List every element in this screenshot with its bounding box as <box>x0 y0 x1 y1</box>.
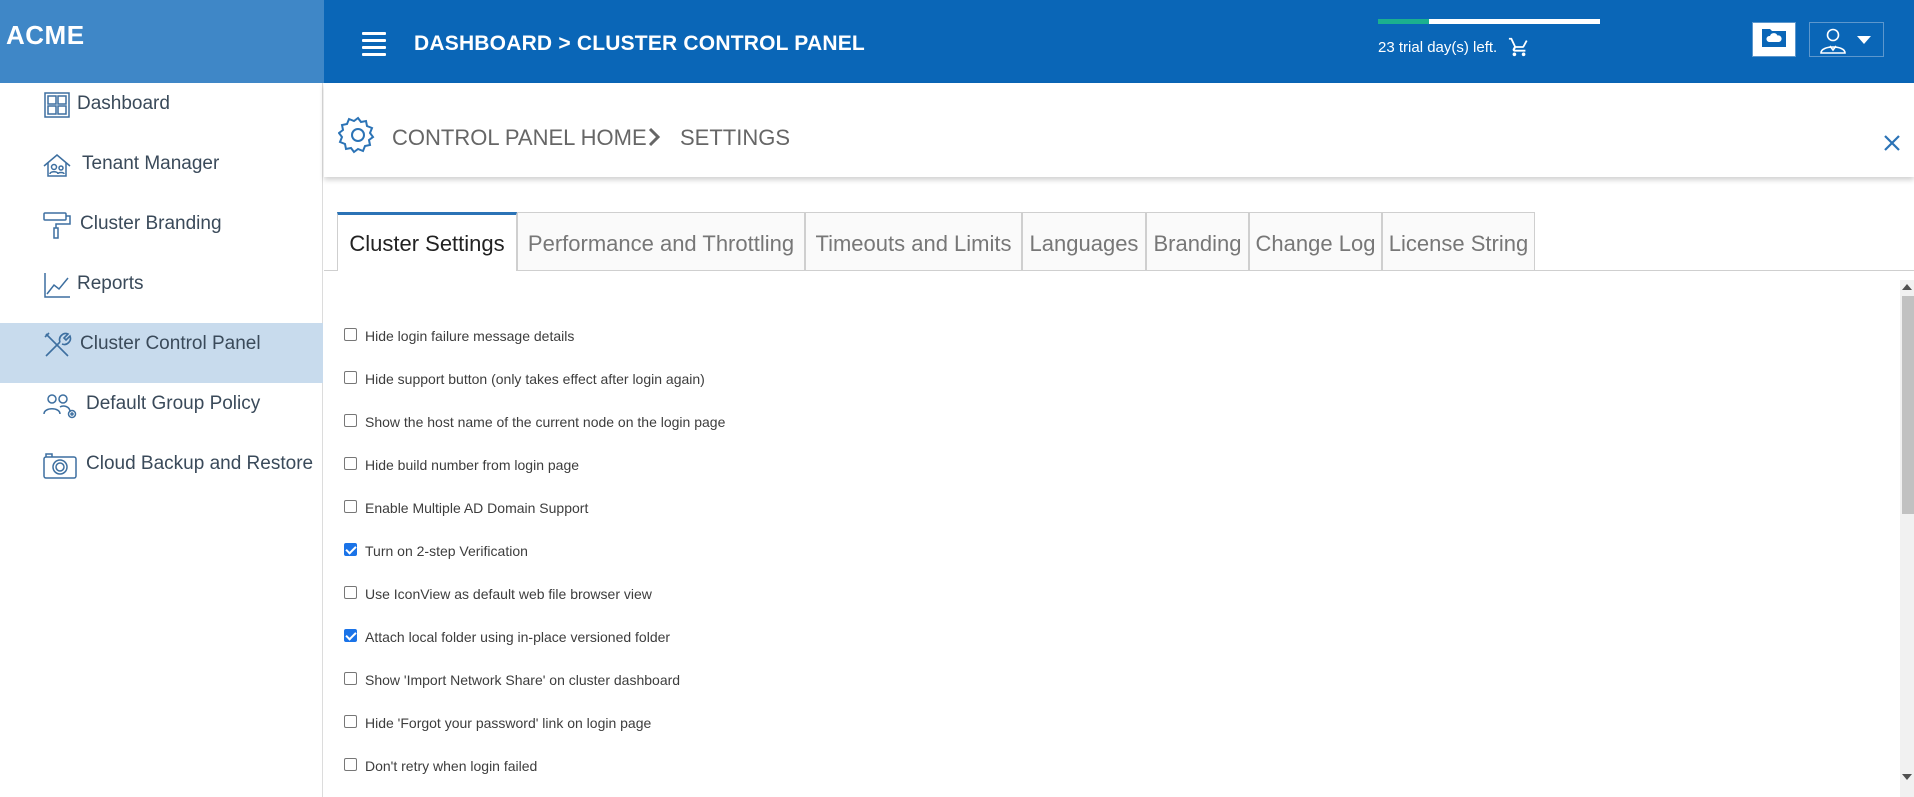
setting-checkbox[interactable] <box>344 542 357 556</box>
setting-label: Show the host name of the current node o… <box>365 414 726 430</box>
setting-label: Hide 'Forgot your password' link on logi… <box>365 715 652 731</box>
cloud-folder-button[interactable] <box>1752 22 1796 57</box>
tab-change-log[interactable]: Change Log <box>1249 212 1382 270</box>
setting-label: Don't retry when login failed <box>365 758 538 774</box>
camera-icon <box>42 450 78 480</box>
setting-option: Attach local folder using in-place versi… <box>344 625 670 649</box>
tools-icon <box>42 330 72 360</box>
sidebar-item-label: Dashboard <box>77 93 170 114</box>
setting-label: Enable Multiple AD Domain Support <box>365 500 589 516</box>
setting-option: Enable Multiple AD Domain Support <box>344 496 588 520</box>
dashboard-grid-icon <box>42 90 72 120</box>
user-menu-button[interactable] <box>1809 22 1884 57</box>
sidebar-item-default-group-policy[interactable]: Default Group Policy <box>0 375 323 435</box>
tab-languages[interactable]: Languages <box>1022 212 1146 270</box>
sidebar-item-cluster-control-panel[interactable]: Cluster Control Panel <box>0 323 323 383</box>
trial-progress-bar <box>1378 19 1600 24</box>
setting-label: Show 'Import Network Share' on cluster d… <box>365 672 681 688</box>
tenant-house-icon <box>42 150 72 180</box>
close-icon[interactable] <box>1882 133 1902 153</box>
breadcrumb-current: SETTINGS <box>680 125 791 150</box>
setting-option: Use IconView as default web file browser… <box>344 582 652 606</box>
cluster-settings-list: Hide login failure message details Hide … <box>324 271 1900 797</box>
breadcrumb-home-link[interactable]: CONTROL PANEL HOME <box>392 125 647 151</box>
setting-checkbox[interactable] <box>344 413 357 427</box>
setting-option: Show 'Import Network Share' on cluster d… <box>344 668 680 692</box>
settings-tabs: Cluster Settings Performance and Throttl… <box>324 212 1914 271</box>
setting-label: Turn on 2-step Verification <box>365 543 528 559</box>
setting-checkbox[interactable] <box>344 456 357 470</box>
paint-roller-icon <box>42 210 72 240</box>
setting-checkbox[interactable] <box>344 370 357 384</box>
setting-label: Hide login failure message details <box>365 328 575 344</box>
line-chart-icon <box>42 270 72 300</box>
trial-days-text: 23 trial day(s) left. <box>1378 39 1498 56</box>
tab-performance-and-throttling[interactable]: Performance and Throttling <box>517 212 805 270</box>
tab-timeouts-and-limits[interactable]: Timeouts and Limits <box>805 212 1022 270</box>
cart-icon[interactable] <box>1508 36 1530 58</box>
chevron-right-icon <box>646 126 664 148</box>
group-settings-icon <box>42 390 78 420</box>
setting-option: Hide 'Forgot your password' link on logi… <box>344 711 651 735</box>
setting-option: Show the host name of the current node o… <box>344 410 725 434</box>
setting-option: Don't retry when login failed <box>344 754 537 778</box>
sidebar-item-label: Reports <box>77 273 144 294</box>
sidebar-item-label: Default Group Policy <box>86 393 261 414</box>
scroll-up-arrow-icon[interactable] <box>1902 284 1912 290</box>
setting-option: Hide support button (only takes effect a… <box>344 367 705 391</box>
user-icon <box>1819 26 1847 59</box>
setting-checkbox[interactable] <box>344 757 357 771</box>
setting-checkbox[interactable] <box>344 671 357 685</box>
sidebar-item-label: Cluster Control Panel <box>80 333 261 354</box>
top-bar: DASHBOARD > CLUSTER CONTROL PANEL 23 tri… <box>324 0 1914 83</box>
sidebar-item-label: Cloud Backup and Restore <box>86 453 314 474</box>
setting-checkbox[interactable] <box>344 714 357 728</box>
logo-area: ACME <box>0 0 324 83</box>
sidebar-item-reports[interactable]: Reports <box>0 255 323 315</box>
setting-option: Turn on 2-step Verification <box>344 539 528 563</box>
setting-checkbox[interactable] <box>344 499 357 513</box>
hamburger-menu-icon[interactable] <box>362 32 386 56</box>
sidebar-item-label: Tenant Manager <box>82 153 220 174</box>
content-header: CONTROL PANEL HOME SETTINGS <box>324 83 1914 177</box>
setting-checkbox[interactable] <box>344 327 357 341</box>
trial-progress-fill <box>1378 19 1430 24</box>
scrollbar-thumb[interactable] <box>1902 296 1914 514</box>
chevron-down-icon <box>1857 36 1871 44</box>
setting-option: Hide login failure message details <box>344 324 574 348</box>
setting-checkbox[interactable] <box>344 628 357 642</box>
sidebar-item-cluster-branding[interactable]: Cluster Branding <box>0 195 323 255</box>
tab-cluster-settings[interactable]: Cluster Settings <box>337 212 517 271</box>
setting-option: Hide build number from login page <box>344 453 579 477</box>
sidebar-item-dashboard[interactable]: Dashboard <box>0 75 323 135</box>
cloud-folder-icon <box>1761 26 1787 53</box>
sidebar-item-cloud-backup-and-restore[interactable]: Cloud Backup and Restore <box>0 435 323 495</box>
tab-branding[interactable]: Branding <box>1146 212 1249 270</box>
sidebar: ACME Dashboard Tenant Manager Cluster Br… <box>0 0 324 797</box>
setting-label: Use IconView as default web file browser… <box>365 586 652 602</box>
setting-checkbox[interactable] <box>344 585 357 599</box>
sidebar-item-label: Cluster Branding <box>80 213 222 234</box>
sidebar-item-tenant-manager[interactable]: Tenant Manager <box>0 135 323 195</box>
page-path: DASHBOARD > CLUSTER CONTROL PANEL <box>414 32 865 55</box>
setting-label: Hide build number from login page <box>365 457 580 473</box>
setting-label: Hide support button (only takes effect a… <box>365 371 705 387</box>
gear-icon <box>337 115 378 155</box>
scroll-down-arrow-icon[interactable] <box>1902 774 1912 780</box>
setting-label: Attach local folder using in-place versi… <box>365 629 671 645</box>
app-logo[interactable]: ACME <box>6 20 85 51</box>
tab-license-string[interactable]: License String <box>1382 212 1535 270</box>
